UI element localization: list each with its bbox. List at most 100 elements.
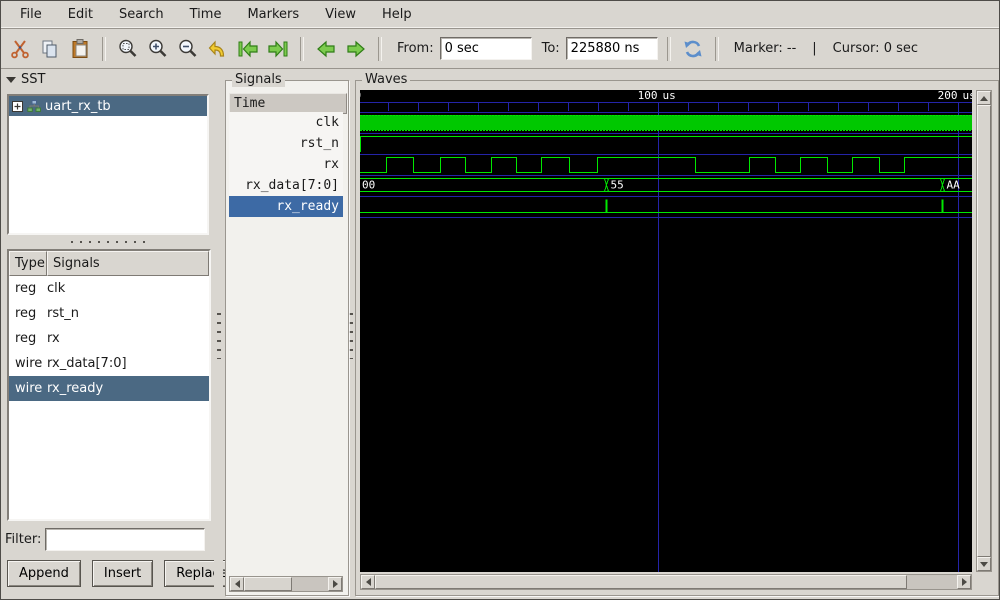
splitter-left[interactable] [214, 69, 223, 593]
reload-button[interactable] [680, 36, 706, 62]
signals-list: clkrst_nrxrx_data[7:0]rx_ready [229, 112, 343, 217]
time-header[interactable]: Time [229, 93, 347, 114]
from-input[interactable] [440, 37, 532, 60]
zoom-in-button[interactable] [145, 36, 171, 62]
hierarchy-icon [27, 100, 41, 113]
waves-panel: Waves 0100us200us0055AA [355, 80, 999, 596]
copy-button[interactable] [37, 36, 63, 62]
paste-icon [69, 38, 91, 60]
filter-input[interactable] [45, 528, 205, 551]
menu-item-markers[interactable]: Markers [234, 3, 312, 27]
waves-vscrollbar[interactable] [976, 90, 992, 572]
signal-name: rx_ready [47, 381, 209, 396]
trace-clk [360, 115, 972, 130]
signals-row-rx[interactable]: rx [229, 154, 343, 175]
zoom-fit-icon [117, 38, 139, 60]
signal-table: TypeSignals regclkregrst_nregrxwirerx_da… [7, 249, 211, 521]
sst-title: SST [21, 72, 45, 87]
scroll-right-button[interactable] [957, 575, 971, 589]
pane-resize-handle[interactable] [71, 239, 145, 244]
zoom-undo-button[interactable] [205, 36, 231, 62]
expand-plus-icon[interactable] [12, 101, 23, 112]
signals-hscrollbar[interactable] [229, 576, 343, 592]
cut-button[interactable] [7, 36, 33, 62]
menu-item-time[interactable]: Time [177, 3, 235, 27]
signal-type: reg [9, 331, 47, 346]
toolbar-separator [378, 37, 382, 61]
table-row-rx[interactable]: regrx [9, 326, 209, 351]
signal-name: rst_n [47, 306, 209, 321]
arrow-up-icon [980, 92, 988, 101]
signals-row-rx-data-7-0[interactable]: rx_data[7:0] [229, 175, 343, 196]
trace-rx [360, 158, 972, 173]
zoom-out-button[interactable] [175, 36, 201, 62]
menu-item-search[interactable]: Search [106, 3, 177, 27]
menu-item-help[interactable]: Help [369, 3, 425, 27]
shift-left-button[interactable] [313, 36, 339, 62]
table-row-rst-n[interactable]: regrst_n [9, 301, 209, 326]
sst-tree[interactable]: uart_rx_tb [7, 94, 209, 235]
zoom-to-start-icon [236, 38, 260, 60]
menu-item-view[interactable]: View [312, 3, 369, 27]
bus-transition [605, 179, 609, 192]
column-header-type[interactable]: Type [9, 251, 47, 276]
signal-table-body: regclkregrst_nregrxwirerx_data[7:0]wirer… [9, 276, 209, 401]
trace-rst-n [360, 137, 972, 152]
zoom-undo-icon [207, 38, 229, 60]
bus-value-label: 55 [611, 179, 624, 192]
arrow-left-icon [362, 578, 371, 586]
waves-hscrollbar[interactable] [360, 574, 972, 590]
scrollbar-trough[interactable] [907, 575, 957, 589]
shift-right-button[interactable] [343, 36, 369, 62]
timescale-label: 100 [638, 90, 658, 102]
signals-row-clk[interactable]: clk [229, 112, 343, 133]
toolbar-separator [715, 37, 719, 61]
signal-name: rx_data[7:0] [47, 356, 209, 371]
sst-expander[interactable]: SST [6, 72, 45, 87]
expander-triangle-icon [6, 77, 16, 83]
tree-item-uart-rx-tb[interactable]: uart_rx_tb [9, 96, 207, 116]
gtkwave-window: FileEditSearchTimeMarkersViewHelp [0, 0, 1000, 600]
copy-icon [39, 38, 61, 60]
toolbar: From: To: Marker: -- | Cursor: 0 sec [1, 29, 999, 69]
scroll-left-button[interactable] [230, 577, 244, 591]
scroll-down-button[interactable] [977, 557, 991, 571]
signal-type: wire [9, 356, 47, 371]
signals-row-rx-ready[interactable]: rx_ready [229, 196, 343, 217]
scrollbar-thumb[interactable] [375, 575, 907, 589]
signals-row-rst-n[interactable]: rst_n [229, 133, 343, 154]
signals-panel-title: Signals [232, 72, 285, 87]
menu-item-edit[interactable]: Edit [55, 3, 106, 27]
scrollbar-thumb[interactable] [977, 105, 991, 557]
waveform-svg: 0100us200us0055AA [360, 90, 972, 572]
zoom-to-start-button[interactable] [235, 36, 261, 62]
splitter-grip-icon [349, 313, 353, 359]
to-label: To: [542, 41, 560, 56]
table-row-clk[interactable]: regclk [9, 276, 209, 301]
wave-canvas[interactable]: 0100us200us0055AA [360, 90, 972, 572]
filter-label: Filter: [5, 532, 41, 547]
scrollbar-trough[interactable] [292, 577, 328, 591]
menu-item-file[interactable]: File [7, 3, 55, 27]
scroll-left-button[interactable] [361, 575, 375, 589]
signal-type: wire [9, 381, 47, 396]
zoom-fit-button[interactable] [115, 36, 141, 62]
toolbar-separator [300, 37, 304, 61]
table-row-rx-data-7-0[interactable]: wirerx_data[7:0] [9, 351, 209, 376]
zoom-to-end-button[interactable] [265, 36, 291, 62]
scrollbar-thumb[interactable] [244, 577, 292, 591]
insert-button[interactable]: Insert [92, 560, 153, 587]
column-header-signals[interactable]: Signals [47, 251, 209, 276]
append-button[interactable]: Append [7, 560, 81, 587]
from-label: From: [397, 41, 434, 56]
arrow-left-icon [231, 580, 240, 588]
to-input[interactable] [566, 37, 658, 60]
scroll-up-button[interactable] [977, 91, 991, 105]
paste-button[interactable] [67, 36, 93, 62]
arrow-right-icon [962, 578, 971, 586]
cut-icon [9, 38, 31, 60]
table-row-rx-ready[interactable]: wirerx_ready [9, 376, 209, 401]
scroll-right-button[interactable] [328, 577, 342, 591]
filter-row: Filter: [5, 527, 211, 553]
waves-panel-title: Waves [362, 72, 410, 87]
